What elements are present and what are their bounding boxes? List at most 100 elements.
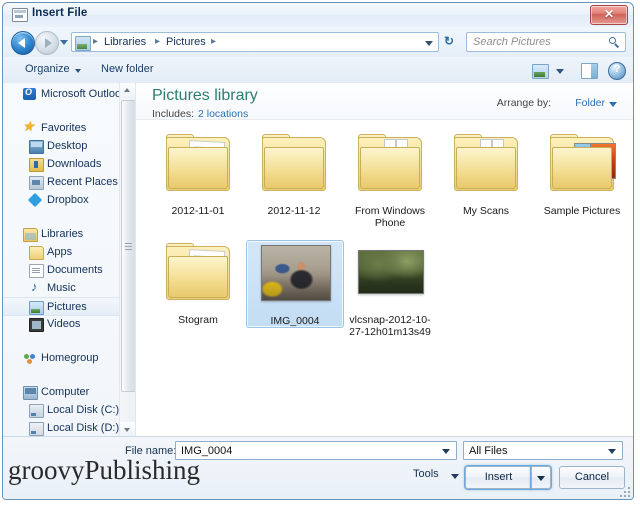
insert-dropdown-button[interactable] bbox=[531, 466, 551, 489]
computer-icon bbox=[23, 386, 38, 400]
sidebar-item-label: Local Disk (D:) bbox=[47, 422, 120, 434]
file-item-folder[interactable]: Stogram bbox=[150, 240, 246, 326]
sidebar-item-label: Apps bbox=[47, 246, 73, 258]
scroll-down-icon[interactable] bbox=[120, 422, 135, 437]
breadcrumb-separator: ▸ bbox=[211, 36, 217, 47]
back-arrow-icon bbox=[18, 38, 25, 48]
sidebar-scrollbar[interactable] bbox=[119, 83, 135, 437]
arrange-by-label: Arrange by: bbox=[496, 97, 551, 109]
file-item-label: Stogram bbox=[178, 314, 218, 326]
thumbnail bbox=[246, 131, 342, 203]
command-bar: Organize New folder ? bbox=[3, 57, 633, 84]
sidebar-item-desktop[interactable]: Desktop bbox=[3, 137, 135, 155]
sidebar-item-local-disk-c[interactable]: Local Disk (C:) bbox=[3, 401, 135, 419]
file-item-folder[interactable]: From Windows Phone bbox=[342, 131, 438, 229]
sidebar-item-microsoft-outlook[interactable]: Microsoft Outlook bbox=[3, 85, 135, 103]
sidebar-item-label: Downloads bbox=[47, 158, 102, 170]
scroll-up-icon[interactable] bbox=[120, 83, 135, 98]
sidebar-item-homegroup[interactable]: Homegroup bbox=[3, 349, 135, 367]
dropbox-icon bbox=[29, 194, 42, 206]
folder-icon bbox=[454, 134, 518, 191]
sidebar-item-dropbox[interactable]: Dropbox bbox=[3, 191, 135, 209]
file-item-folder[interactable]: My Scans bbox=[438, 131, 534, 217]
cancel-button[interactable]: Cancel bbox=[559, 466, 625, 489]
image-thumbnail bbox=[358, 250, 424, 294]
drive-icon bbox=[29, 404, 44, 418]
file-type-filter[interactable]: All Files bbox=[463, 441, 623, 460]
sidebar-item-computer[interactable]: Computer bbox=[3, 383, 135, 401]
chevron-down-icon[interactable] bbox=[451, 474, 459, 479]
search-box[interactable]: Search Pictures bbox=[466, 32, 626, 52]
videos-icon bbox=[29, 318, 44, 332]
navigation-bar: ▸ Libraries ▸ Pictures ▸ ↻ Search Pictur… bbox=[3, 27, 633, 57]
arrange-by-value[interactable]: Folder bbox=[575, 97, 605, 109]
breadcrumb-libraries[interactable]: Libraries bbox=[104, 36, 146, 48]
file-name-field[interactable]: IMG_0004 bbox=[175, 441, 457, 460]
file-item-folder[interactable]: 2012-11-01 bbox=[150, 131, 246, 217]
file-item-folder[interactable]: 2012-11-12 bbox=[246, 131, 342, 217]
insert-button[interactable]: Insert bbox=[465, 466, 531, 489]
folder-icon bbox=[550, 134, 616, 191]
scrollbar-thumb[interactable] bbox=[121, 100, 135, 392]
help-icon[interactable]: ? bbox=[608, 62, 626, 80]
music-icon bbox=[29, 279, 42, 294]
preview-pane-icon[interactable] bbox=[581, 63, 598, 79]
sidebar-item-label: Videos bbox=[47, 318, 81, 330]
address-dropdown-icon[interactable] bbox=[425, 41, 433, 46]
sidebar-item-pictures[interactable]: Pictures bbox=[3, 297, 135, 316]
sidebar-item-music[interactable]: Music bbox=[3, 279, 135, 297]
file-item-label: From Windows Phone bbox=[354, 205, 425, 229]
file-item-label: IMG_0004 bbox=[270, 315, 320, 327]
downloads-icon bbox=[29, 158, 44, 172]
search-input[interactable]: Search Pictures bbox=[473, 36, 551, 48]
chevron-down-icon[interactable] bbox=[75, 69, 81, 73]
sidebar-item-label: Libraries bbox=[41, 228, 84, 240]
recent-pages-dropdown-icon[interactable] bbox=[60, 40, 68, 45]
includes-locations-link[interactable]: 2 locations bbox=[198, 108, 248, 120]
breadcrumb-pictures[interactable]: Pictures bbox=[166, 36, 206, 48]
sidebar-item-recent-places[interactable]: Recent Places bbox=[3, 173, 135, 191]
chevron-down-icon[interactable] bbox=[442, 449, 450, 454]
chevron-down-icon[interactable] bbox=[608, 449, 616, 454]
close-icon: ✕ bbox=[603, 7, 615, 21]
organize-button[interactable]: Organize bbox=[25, 63, 70, 75]
chevron-down-icon[interactable] bbox=[609, 102, 617, 107]
desktop-icon bbox=[29, 140, 44, 154]
file-type-value[interactable]: All Files bbox=[469, 445, 508, 457]
recent-places-icon bbox=[29, 176, 44, 190]
chevron-down-icon[interactable] bbox=[556, 69, 564, 74]
star-icon bbox=[22, 118, 36, 135]
file-item-image-selected[interactable]: IMG_0004 bbox=[246, 240, 344, 328]
file-item-image[interactable]: vlcsnap-2012-10-27-12h01m13s49 bbox=[342, 240, 438, 338]
navigation-pane: Microsoft Outlook Favorites Desktop Down… bbox=[3, 83, 136, 437]
watermark: groovyPublishing bbox=[8, 455, 201, 485]
file-item-folder[interactable]: Sample Pictures bbox=[534, 131, 630, 217]
tools-button[interactable]: Tools bbox=[413, 468, 439, 480]
thumbnail bbox=[534, 131, 630, 203]
sidebar-item-videos[interactable]: Videos bbox=[3, 315, 135, 333]
pictures-icon bbox=[29, 301, 44, 315]
thumbnail bbox=[150, 240, 246, 312]
forward-button[interactable] bbox=[35, 31, 59, 55]
thumbnail bbox=[342, 240, 438, 312]
resize-grip[interactable] bbox=[620, 487, 630, 497]
folder-icon bbox=[166, 243, 230, 300]
view-mode-icon[interactable] bbox=[532, 64, 549, 79]
sidebar-item-libraries[interactable]: Libraries bbox=[3, 225, 135, 243]
sidebar-item-local-disk-d[interactable]: Local Disk (D:) bbox=[3, 419, 135, 437]
sidebar-item-documents[interactable]: Documents bbox=[3, 261, 135, 279]
new-folder-button[interactable]: New folder bbox=[101, 63, 154, 75]
address-bar[interactable]: ▸ Libraries ▸ Pictures ▸ bbox=[71, 32, 439, 52]
file-list-pane[interactable]: Pictures library Includes: 2 locations A… bbox=[136, 83, 633, 437]
library-header: Pictures library Includes: 2 locations A… bbox=[136, 83, 633, 120]
sidebar-item-apps[interactable]: Apps bbox=[3, 243, 135, 261]
close-button[interactable]: ✕ bbox=[590, 5, 628, 25]
sidebar-item-downloads[interactable]: Downloads bbox=[3, 155, 135, 173]
sidebar-item-label: Dropbox bbox=[47, 194, 89, 206]
back-button[interactable] bbox=[11, 31, 35, 55]
file-item-label: My Scans bbox=[462, 205, 510, 217]
refresh-button[interactable]: ↻ bbox=[442, 32, 462, 52]
breadcrumb-separator: ▸ bbox=[93, 36, 99, 47]
sidebar-item-favorites[interactable]: Favorites bbox=[3, 118, 135, 137]
sidebar-item-label: Local Disk (C:) bbox=[47, 404, 120, 416]
